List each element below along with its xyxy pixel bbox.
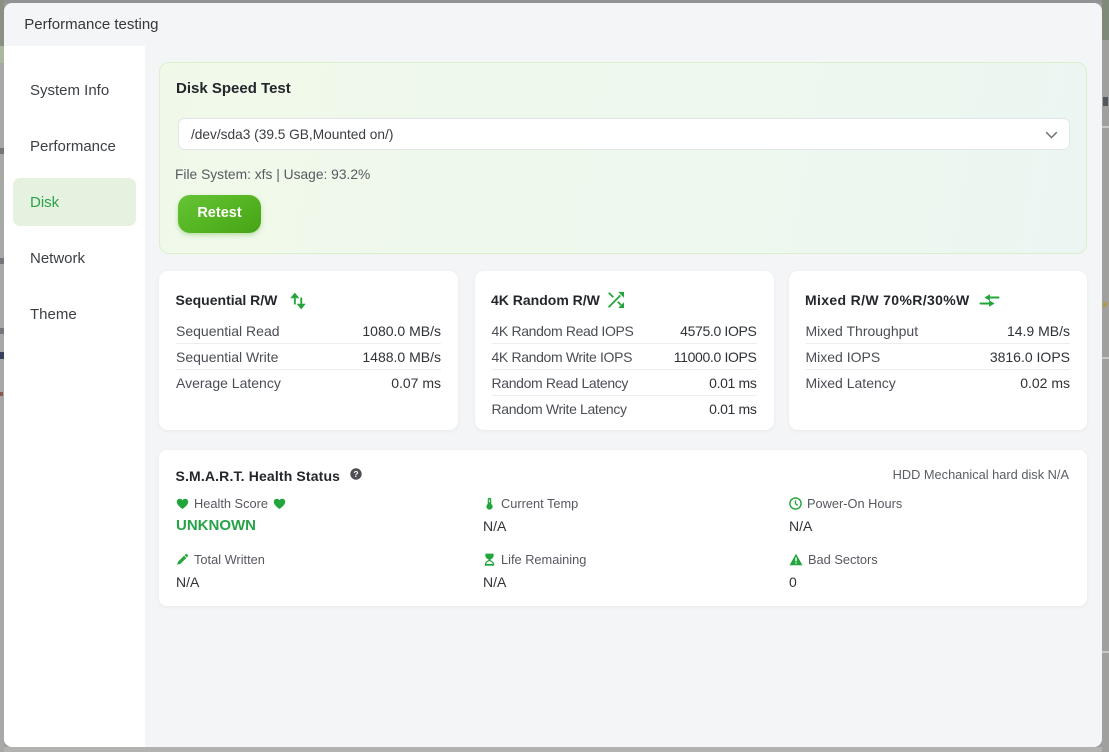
svg-text:?: ? — [353, 469, 358, 479]
